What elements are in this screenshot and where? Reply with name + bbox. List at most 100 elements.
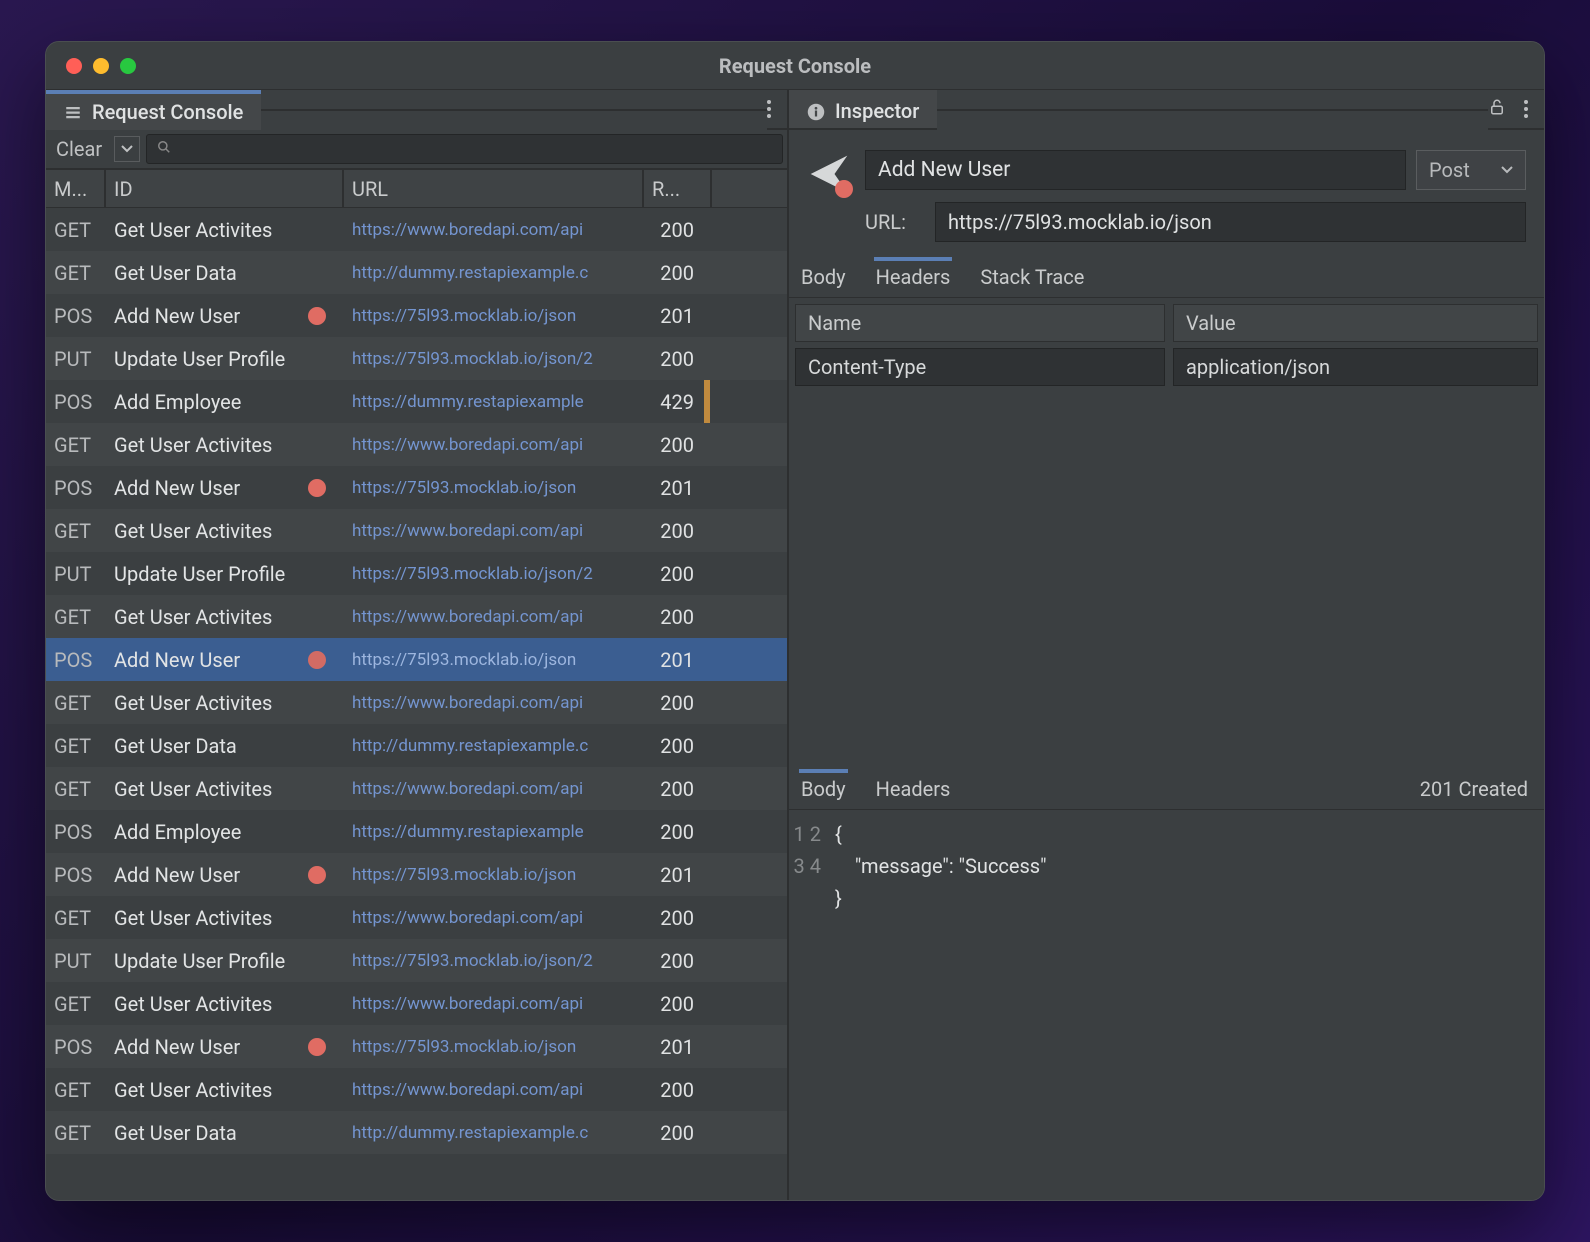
table-row[interactable]: POSAdd Employeehttps://dummy.restapiexam… bbox=[46, 810, 787, 853]
send-icon bbox=[807, 152, 851, 196]
table-row[interactable]: GETGet User Datahttp://dummy.restapiexam… bbox=[46, 724, 787, 767]
cell-result: 200 bbox=[644, 767, 704, 810]
result-bar bbox=[704, 466, 710, 509]
cell-url: https://www.boredapi.com/api bbox=[344, 509, 644, 552]
request-name-input[interactable] bbox=[865, 150, 1406, 190]
table-row[interactable]: PUTUpdate User Profilehttps://75l93.mock… bbox=[46, 552, 787, 595]
request-table[interactable]: GETGet User Activiteshttps://www.boredap… bbox=[46, 208, 787, 1200]
cell-result: 200 bbox=[644, 1068, 704, 1111]
cell-method: PUT bbox=[46, 939, 106, 982]
resp-tab-headers[interactable]: Headers bbox=[874, 769, 953, 809]
search-input[interactable] bbox=[146, 134, 783, 164]
table-row[interactable]: GETGet User Datahttp://dummy.restapiexam… bbox=[46, 251, 787, 294]
header-name[interactable]: Content-Type bbox=[795, 348, 1165, 386]
table-row[interactable]: POSAdd New Userhttps://75l93.mocklab.io/… bbox=[46, 638, 787, 681]
tab-inspector[interactable]: Inspector bbox=[789, 90, 937, 130]
table-row[interactable]: GETGet User Activiteshttps://www.boredap… bbox=[46, 423, 787, 466]
cell-id: Get User Data bbox=[106, 724, 344, 767]
subtab-headers[interactable]: Headers bbox=[874, 257, 953, 297]
filter-dropdown[interactable] bbox=[114, 136, 140, 162]
method-select[interactable]: Post bbox=[1416, 150, 1526, 190]
resp-tab-body[interactable]: Body bbox=[799, 769, 848, 809]
request-subtabs: Body Headers Stack Trace bbox=[789, 256, 1544, 298]
lock-icon[interactable] bbox=[1488, 98, 1506, 120]
cell-id: Add Employee bbox=[106, 810, 344, 853]
tab-label: Request Console bbox=[92, 100, 243, 124]
result-bar bbox=[704, 595, 710, 638]
subtab-stacktrace[interactable]: Stack Trace bbox=[978, 257, 1086, 297]
url-input[interactable] bbox=[935, 202, 1526, 242]
col-method[interactable]: M... bbox=[46, 170, 106, 207]
chevron-down-icon bbox=[1501, 166, 1513, 174]
table-row[interactable]: PUTUpdate User Profilehttps://75l93.mock… bbox=[46, 939, 787, 982]
close-window-button[interactable] bbox=[66, 58, 82, 74]
result-bar bbox=[704, 767, 710, 810]
table-row[interactable]: GETGet User Activiteshttps://www.boredap… bbox=[46, 982, 787, 1025]
table-row[interactable]: GETGet User Activiteshttps://www.boredap… bbox=[46, 896, 787, 939]
inspector-menu-button[interactable] bbox=[1524, 100, 1528, 118]
cell-url: http://dummy.restapiexample.c bbox=[344, 251, 644, 294]
cell-result: 200 bbox=[644, 208, 704, 251]
result-bar bbox=[704, 423, 710, 466]
header-row[interactable]: Content-Typeapplication/json bbox=[795, 348, 1538, 386]
table-row[interactable]: POSAdd New Userhttps://75l93.mocklab.io/… bbox=[46, 466, 787, 509]
cell-method: GET bbox=[46, 724, 106, 767]
cell-id: Get User Data bbox=[106, 251, 344, 294]
tab-menu-button[interactable] bbox=[767, 100, 771, 118]
header-col-name: Name bbox=[795, 304, 1165, 342]
window-title: Request Console bbox=[46, 54, 1544, 78]
table-row[interactable]: GETGet User Activiteshttps://www.boredap… bbox=[46, 681, 787, 724]
table-row[interactable]: POSAdd New Userhttps://75l93.mocklab.io/… bbox=[46, 294, 787, 337]
status-dot bbox=[835, 180, 853, 198]
maximize-window-button[interactable] bbox=[120, 58, 136, 74]
table-row[interactable]: PUTUpdate User Profilehttps://75l93.mock… bbox=[46, 337, 787, 380]
table-row[interactable]: GETGet User Activiteshttps://www.boredap… bbox=[46, 595, 787, 638]
status-dot bbox=[308, 651, 326, 669]
result-bar bbox=[704, 1111, 710, 1154]
table-row[interactable]: POSAdd Employeehttps://dummy.restapiexam… bbox=[46, 380, 787, 423]
table-row[interactable]: POSAdd New Userhttps://75l93.mocklab.io/… bbox=[46, 853, 787, 896]
cell-result: 200 bbox=[644, 337, 704, 380]
cell-id: Add New User bbox=[106, 638, 344, 681]
tab-label: Inspector bbox=[835, 99, 919, 123]
response-status: 201 Created bbox=[1414, 769, 1534, 809]
table-row[interactable]: POSAdd New Userhttps://75l93.mocklab.io/… bbox=[46, 1025, 787, 1068]
cell-result: 200 bbox=[644, 251, 704, 294]
cell-result: 200 bbox=[644, 896, 704, 939]
tab-request-console[interactable]: Request Console bbox=[46, 90, 261, 130]
result-bar bbox=[704, 1025, 710, 1068]
cell-method: POS bbox=[46, 1025, 106, 1068]
cell-url: http://dummy.restapiexample.c bbox=[344, 724, 644, 767]
table-row[interactable]: GETGet User Activiteshttps://www.boredap… bbox=[46, 1068, 787, 1111]
col-id[interactable]: ID bbox=[106, 170, 344, 207]
col-url[interactable]: URL bbox=[344, 170, 644, 207]
result-bar bbox=[704, 552, 710, 595]
cell-url: https://75l93.mocklab.io/json/2 bbox=[344, 939, 644, 982]
left-tab-row: Request Console bbox=[46, 90, 787, 130]
minimize-window-button[interactable] bbox=[93, 58, 109, 74]
cell-url: https://www.boredapi.com/api bbox=[344, 767, 644, 810]
col-result[interactable]: R... bbox=[644, 170, 712, 207]
cell-id: Add New User bbox=[106, 853, 344, 896]
cell-id: Update User Profile bbox=[106, 939, 344, 982]
result-bar bbox=[704, 208, 710, 251]
table-row[interactable]: GETGet User Activiteshttps://www.boredap… bbox=[46, 208, 787, 251]
table-row[interactable]: GETGet User Activiteshttps://www.boredap… bbox=[46, 509, 787, 552]
header-value[interactable]: application/json bbox=[1173, 348, 1538, 386]
result-bar bbox=[704, 337, 710, 380]
cell-result: 200 bbox=[644, 552, 704, 595]
cell-id: Add New User bbox=[106, 1025, 344, 1068]
table-row[interactable]: GETGet User Datahttp://dummy.restapiexam… bbox=[46, 1111, 787, 1154]
cell-url: https://www.boredapi.com/api bbox=[344, 595, 644, 638]
response-body[interactable]: 1 2 3 4 { "message": "Success" } bbox=[789, 810, 1544, 1200]
subtab-body[interactable]: Body bbox=[799, 257, 848, 297]
result-bar bbox=[704, 294, 710, 337]
cell-method: POS bbox=[46, 294, 106, 337]
search-icon bbox=[157, 140, 171, 158]
cell-id: Update User Profile bbox=[106, 337, 344, 380]
toolbar: Clear bbox=[46, 130, 787, 170]
status-dot bbox=[308, 307, 326, 325]
clear-button[interactable]: Clear bbox=[50, 133, 108, 165]
table-row[interactable]: GETGet User Activiteshttps://www.boredap… bbox=[46, 767, 787, 810]
result-bar bbox=[704, 982, 710, 1025]
